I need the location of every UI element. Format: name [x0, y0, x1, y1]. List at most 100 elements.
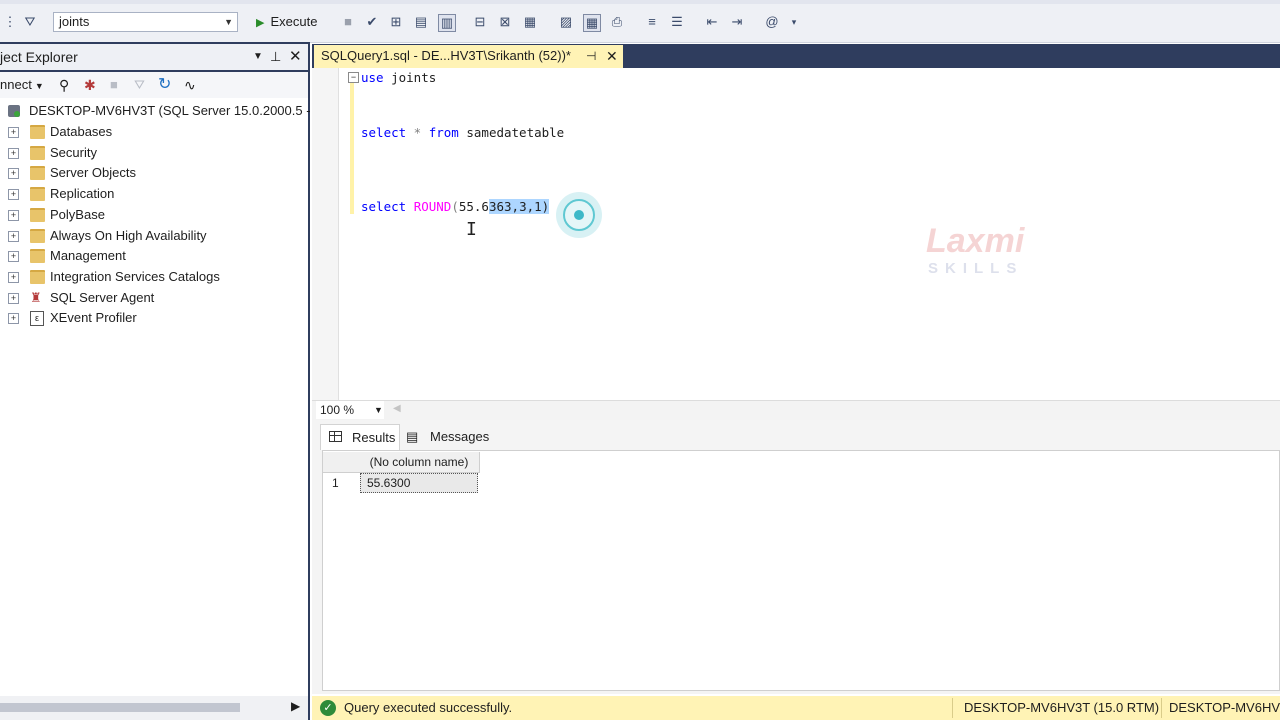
code-line-1: use joints [361, 70, 436, 85]
tree-item-always-on[interactable]: + Always On High Availability [0, 226, 300, 246]
scrollbar-thumb[interactable] [0, 703, 240, 712]
play-icon: ▶ [256, 17, 265, 29]
decrease-indent-icon[interactable]: ⇤ [704, 14, 720, 30]
client-stats-icon[interactable]: ▦ [522, 14, 538, 30]
tab-results[interactable]: Results [320, 424, 400, 450]
tab-results-label: Results [352, 430, 396, 445]
database-select[interactable]: joints ▼ [53, 12, 238, 32]
tree-item-sql-server-agent[interactable]: + ♜ SQL Server Agent [0, 288, 300, 308]
expand-icon[interactable]: + [8, 210, 19, 221]
tree-item-polybase[interactable]: + PolyBase [0, 205, 300, 225]
grid-column-header[interactable]: (No column name) [359, 452, 480, 473]
watermark-text: Laxmi [926, 222, 1025, 260]
tree-item-replication[interactable]: + Replication [0, 184, 300, 204]
uncomment-icon[interactable]: ☰ [669, 14, 685, 30]
code-line-2: select * from samedatetable [361, 125, 564, 140]
tab-messages[interactable]: ▤ Messages [402, 424, 492, 449]
results-to-grid-icon[interactable]: ▦ [583, 14, 601, 32]
refresh-icon[interactable]: ↻ [158, 72, 171, 98]
chevron-down-icon: ▼ [34, 81, 44, 91]
object-explorer-toolbar: nnect ▼ ⚲ ✱ ■ ⛛ ↻ ∿ [0, 72, 308, 98]
expand-icon[interactable]: + [8, 168, 19, 179]
results-to-file-2-icon[interactable]: ⎙ [609, 14, 625, 30]
profiler-icon: ε [30, 311, 44, 326]
expand-icon[interactable]: + [8, 127, 19, 138]
folder-icon [30, 270, 45, 284]
server-node-label: DESKTOP-MV6HV3T (SQL Server 15.0.2000.5 … [29, 103, 311, 118]
expand-icon[interactable]: + [8, 251, 19, 262]
connect-label: nnect [0, 77, 32, 92]
zoom-select[interactable]: 100 % ▼ [316, 401, 384, 419]
display-plan-icon[interactable]: ⊞ [388, 14, 404, 30]
tree-item-integration-services[interactable]: + Integration Services Catalogs [0, 267, 300, 287]
include-plan-icon[interactable]: ⊟ [472, 14, 488, 30]
pin-icon[interactable]: ⊥ [270, 44, 281, 70]
expand-icon[interactable]: + [8, 272, 19, 283]
results-to-text-icon[interactable]: ▥ [438, 14, 456, 32]
status-separator [952, 698, 953, 718]
toolbar-top-strip [0, 0, 1280, 4]
code-line-3: select ROUND(55.6363,3,1) [361, 199, 550, 214]
filter-icon: ⛛ [134, 77, 145, 92]
increase-indent-icon[interactable]: ⇥ [729, 14, 745, 30]
expand-icon[interactable]: + [8, 231, 19, 242]
editor-margin [312, 68, 339, 400]
status-server: DESKTOP-MV6HV3T (15.0 RTM) [964, 700, 1160, 715]
expand-icon[interactable]: + [8, 293, 19, 304]
folder-icon [30, 229, 45, 243]
comment-icon[interactable]: ≡ [644, 14, 660, 30]
tree-item-management[interactable]: + Management [0, 246, 300, 266]
object-explorer-title: ject Explorer [0, 49, 78, 65]
scroll-right-icon[interactable]: ▶ [291, 699, 300, 713]
tree-item-label: XEvent Profiler [50, 310, 137, 325]
editor-zoom-bar [312, 400, 1280, 421]
disconnect-icon[interactable]: ✱ [84, 72, 96, 98]
server-node[interactable]: DESKTOP-MV6HV3T (SQL Server 15.0.2000.5 … [0, 101, 311, 121]
query-editor[interactable] [312, 68, 1280, 400]
code-text: joints [383, 70, 437, 85]
expand-icon[interactable]: + [8, 148, 19, 159]
grid-cell[interactable]: 55.6300 [360, 473, 478, 493]
tab-title: SQLQuery1.sql - DE...HV3T\Srikanth (52))… [321, 48, 571, 63]
grid-icon [329, 431, 342, 442]
success-check-icon: ✓ [320, 700, 336, 716]
tab-sqlquery1[interactable]: SQLQuery1.sql - DE...HV3T\Srikanth (52))… [314, 45, 623, 68]
pane-menu-icon[interactable]: ▼ [253, 44, 263, 70]
close-tab-icon[interactable]: ✕ [606, 45, 618, 67]
pin-icon[interactable]: ⊣ [586, 45, 596, 67]
zoom-value: 100 % [320, 403, 355, 417]
tree-item-server-objects[interactable]: + Server Objects [0, 163, 300, 183]
grid-row-number[interactable]: 1 [323, 473, 359, 493]
horizontal-scrollbar[interactable]: ▶ [0, 696, 308, 720]
expand-icon[interactable]: + [8, 189, 19, 200]
tree-item-xevent-profiler[interactable]: + ε XEvent Profiler [0, 308, 300, 328]
filter-icon[interactable]: ⛛ [22, 14, 38, 30]
close-icon[interactable]: ✕ [289, 44, 302, 70]
stop-icon[interactable]: ■ [340, 14, 356, 30]
grid-corner-header[interactable] [323, 452, 359, 473]
connect-button[interactable]: nnect ▼ [0, 72, 44, 99]
tree-item-label: SQL Server Agent [50, 290, 155, 305]
tree-item-security[interactable]: + Security [0, 143, 300, 163]
main-toolbar: ⋮ ⛛ joints ▼ ▶ Execute ■ ✔ ⊞ ▤ ▥ ⊟ ⊠ ▦ ▨ … [0, 0, 1280, 43]
parse-check-icon[interactable]: ✔ [364, 14, 380, 30]
execute-button[interactable]: ▶ Execute [256, 13, 317, 31]
messages-icon: ▤ [406, 429, 419, 444]
activity-monitor-icon[interactable]: ∿ [184, 72, 196, 98]
live-stats-icon[interactable]: ⊠ [497, 14, 513, 30]
tree-item-label: Server Objects [50, 165, 136, 180]
results-to-file-icon[interactable]: ▨ [558, 14, 574, 30]
specify-values-icon[interactable]: @ [764, 14, 780, 30]
click-indicator [556, 192, 602, 238]
connect-plug-icon[interactable]: ⚲ [59, 72, 69, 98]
keyword: select [361, 199, 407, 214]
query-options-icon[interactable]: ▤ [413, 14, 429, 30]
code-text: 55.6 [458, 199, 489, 214]
scroll-left-icon[interactable]: ◀ [393, 403, 401, 414]
execute-label: Execute [270, 14, 318, 29]
tree-item-label: Security [50, 145, 97, 160]
tree-item-databases[interactable]: + Databases [0, 122, 300, 142]
expand-icon[interactable]: + [8, 313, 19, 324]
toolbar-overflow-icon[interactable]: ▾ [786, 14, 802, 30]
collapse-icon[interactable]: − [348, 72, 359, 83]
